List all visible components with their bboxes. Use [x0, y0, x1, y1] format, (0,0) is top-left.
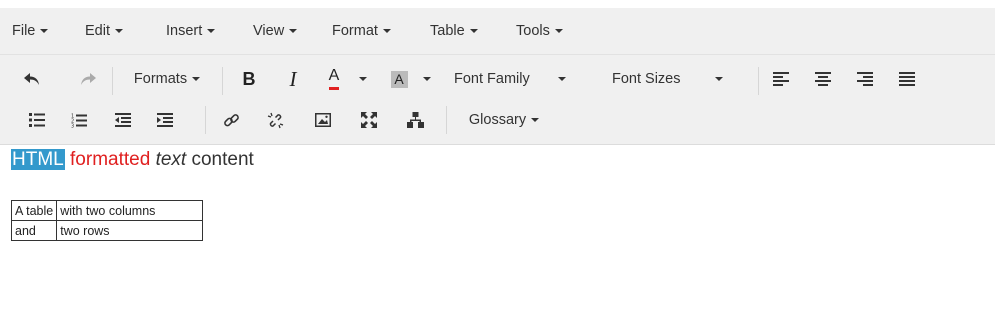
- toolbar-separator: [758, 67, 759, 95]
- align-center-button[interactable]: [810, 64, 836, 94]
- font-sizes-dropdown[interactable]: Font Sizes: [606, 64, 746, 94]
- menu-tools[interactable]: Tools: [516, 19, 563, 43]
- table-cell[interactable]: two rows: [56, 220, 204, 241]
- fullscreen-button[interactable]: [356, 105, 382, 135]
- align-left-button[interactable]: [768, 64, 794, 94]
- undo-icon: [24, 73, 39, 85]
- background-color-button[interactable]: A: [386, 64, 412, 94]
- background-color-label: A: [390, 70, 408, 88]
- toolbar-separator: [222, 67, 223, 95]
- menu-file[interactable]: File: [12, 19, 49, 43]
- toolbar: Formats B I A A Font Family Font Sizes 1…: [0, 55, 995, 145]
- insert-link-button[interactable]: [218, 105, 244, 135]
- formatted-text-line[interactable]: HTML formatted text content: [11, 148, 254, 172]
- chevron-down-icon: [423, 77, 431, 81]
- font-family-dropdown[interactable]: Font Family: [448, 64, 596, 94]
- chevron-down-icon: [359, 77, 367, 81]
- align-left-icon: [773, 72, 789, 86]
- numbered-list-icon: 123: [71, 113, 87, 128]
- undo-button[interactable]: [18, 64, 46, 94]
- content-table[interactable]: A table with two columns and two rows: [10, 200, 204, 241]
- align-right-icon: [857, 72, 873, 86]
- table-row: and two rows: [10, 220, 204, 241]
- toolbar-separator: [112, 67, 113, 95]
- menubar: File Edit Insert View Format Table Tools: [0, 8, 995, 55]
- red-text[interactable]: formatted: [70, 149, 150, 170]
- editor-content-area[interactable]: HTML formatted text content A table with…: [0, 145, 995, 332]
- numbered-list-button[interactable]: 123: [66, 105, 92, 135]
- menu-table[interactable]: Table: [430, 19, 478, 43]
- formats-label: Formats: [133, 71, 188, 87]
- fullscreen-icon: [361, 112, 377, 128]
- rich-text-editor: File Edit Insert View Format Table Tools…: [0, 0, 995, 332]
- glossary-label: Glossary: [468, 112, 527, 128]
- text-color-dropdown[interactable]: [354, 64, 372, 94]
- background-color-dropdown[interactable]: [418, 64, 436, 94]
- chevron-down-icon: [469, 29, 478, 34]
- italic-text[interactable]: text: [156, 149, 187, 170]
- table-cell[interactable]: and: [10, 220, 58, 241]
- table-cell[interactable]: with two columns: [56, 200, 204, 221]
- svg-text:3: 3: [71, 123, 74, 128]
- chevron-down-icon: [115, 29, 123, 34]
- link-icon: [223, 113, 239, 126]
- chevron-down-icon: [40, 29, 49, 34]
- toolbar-separator: [205, 106, 206, 134]
- plain-text[interactable]: content: [191, 149, 253, 170]
- chevron-down-icon: [557, 77, 566, 81]
- formats-dropdown[interactable]: Formats: [122, 64, 212, 94]
- align-justify-icon: [899, 72, 915, 86]
- bullet-list-button[interactable]: [24, 105, 50, 135]
- menu-format[interactable]: Format: [332, 19, 391, 43]
- redo-icon: [81, 73, 96, 85]
- indent-button[interactable]: [152, 105, 178, 135]
- align-right-button[interactable]: [852, 64, 878, 94]
- indent-icon: [157, 113, 173, 127]
- insert-image-button[interactable]: [310, 105, 336, 135]
- menu-view[interactable]: View: [253, 19, 298, 43]
- outdent-icon: [115, 113, 131, 127]
- chevron-down-icon: [192, 77, 201, 81]
- selected-text[interactable]: HTML: [11, 149, 65, 170]
- text-color-label: A: [328, 68, 340, 90]
- bold-button[interactable]: B: [236, 64, 262, 94]
- menu-edit[interactable]: Edit: [85, 19, 123, 43]
- table-cell[interactable]: A table: [10, 200, 58, 221]
- remove-link-button[interactable]: [262, 105, 288, 135]
- chevron-down-icon: [382, 29, 391, 34]
- chevron-down-icon: [289, 29, 298, 34]
- italic-label: I: [289, 66, 297, 91]
- redo-button[interactable]: [74, 64, 102, 94]
- bullet-list-icon: [29, 113, 45, 127]
- image-icon: [315, 113, 331, 127]
- chevron-down-icon: [554, 29, 563, 34]
- glossary-dropdown[interactable]: Glossary: [454, 105, 554, 135]
- bold-label: B: [242, 68, 256, 89]
- align-justify-button[interactable]: [894, 64, 920, 94]
- chevron-down-icon: [714, 77, 723, 81]
- align-center-icon: [815, 72, 831, 86]
- italic-button[interactable]: I: [280, 64, 306, 94]
- text-color-button[interactable]: A: [320, 64, 348, 94]
- chevron-down-icon: [531, 118, 540, 122]
- unlink-icon: [267, 112, 283, 128]
- sitemap-button[interactable]: [402, 105, 428, 135]
- outdent-button[interactable]: [110, 105, 136, 135]
- menu-insert[interactable]: Insert: [166, 19, 216, 43]
- font-sizes-label: Font Sizes: [612, 71, 681, 87]
- font-family-label: Font Family: [454, 71, 530, 87]
- sitemap-icon: [406, 112, 424, 128]
- chevron-down-icon: [207, 29, 216, 34]
- toolbar-separator: [446, 106, 447, 134]
- table-row: A table with two columns: [10, 200, 204, 221]
